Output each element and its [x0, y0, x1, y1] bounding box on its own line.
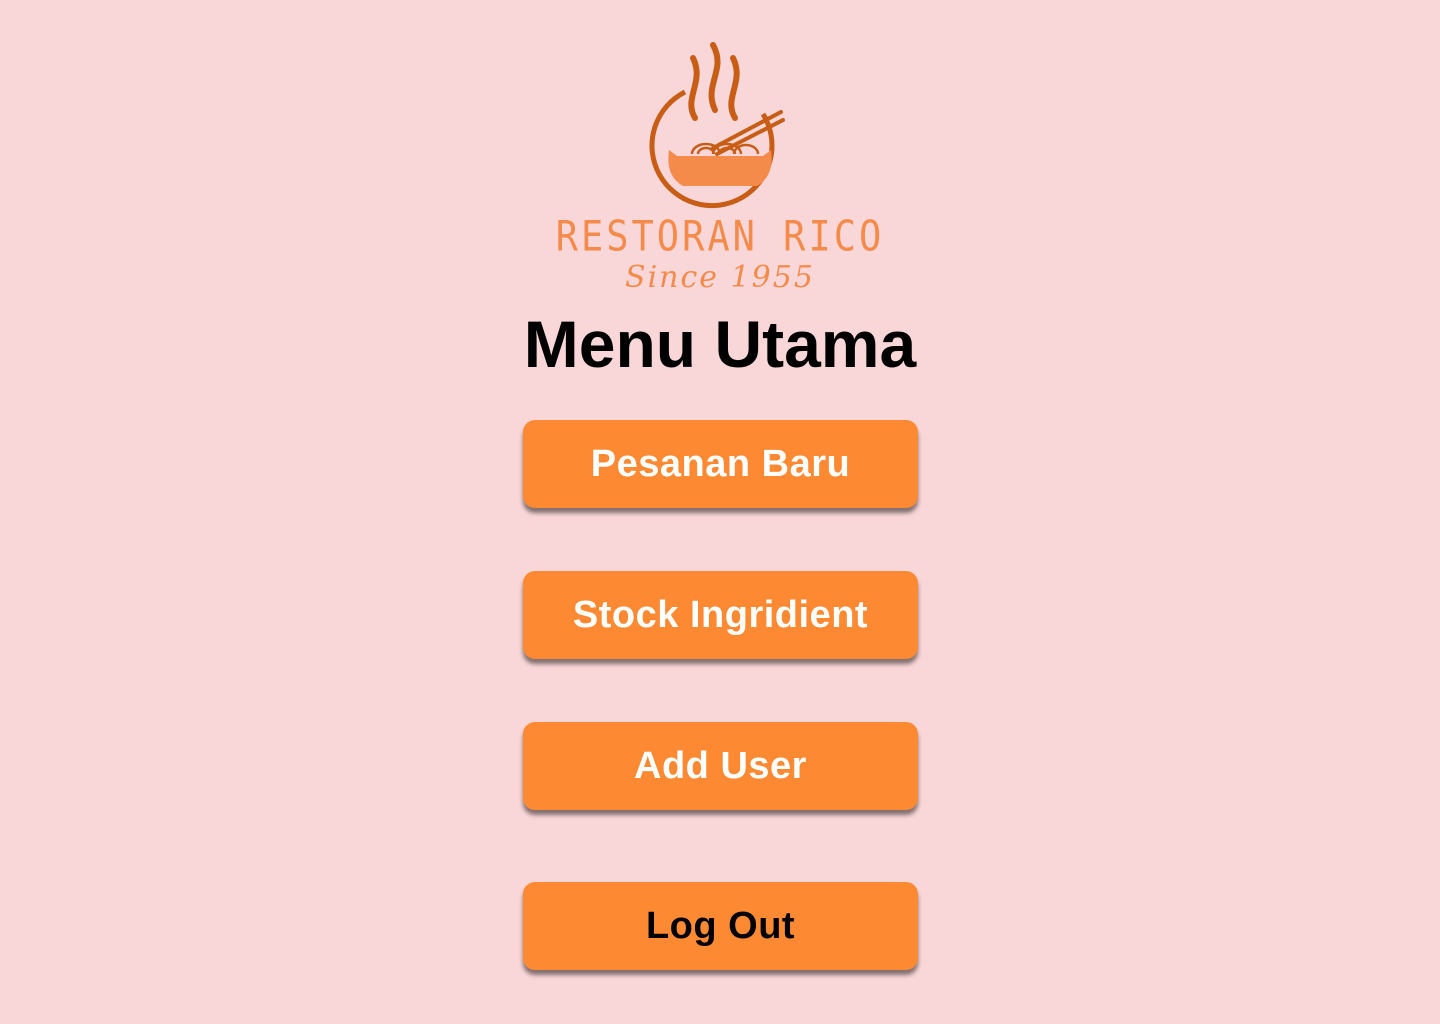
stock-ingredient-button[interactable]: Stock Ingridient: [523, 571, 918, 659]
new-order-button[interactable]: Pesanan Baru: [523, 420, 918, 508]
add-user-button[interactable]: Add User: [523, 722, 918, 810]
page-title: Menu Utama: [523, 307, 917, 381]
log-out-button[interactable]: Log Out: [523, 882, 918, 970]
brand-tagline: Since 1955: [625, 260, 815, 295]
restaurant-logo: RESTORAN RICO Since 1955: [545, 40, 895, 302]
noodle-bowl-icon: [649, 42, 785, 209]
